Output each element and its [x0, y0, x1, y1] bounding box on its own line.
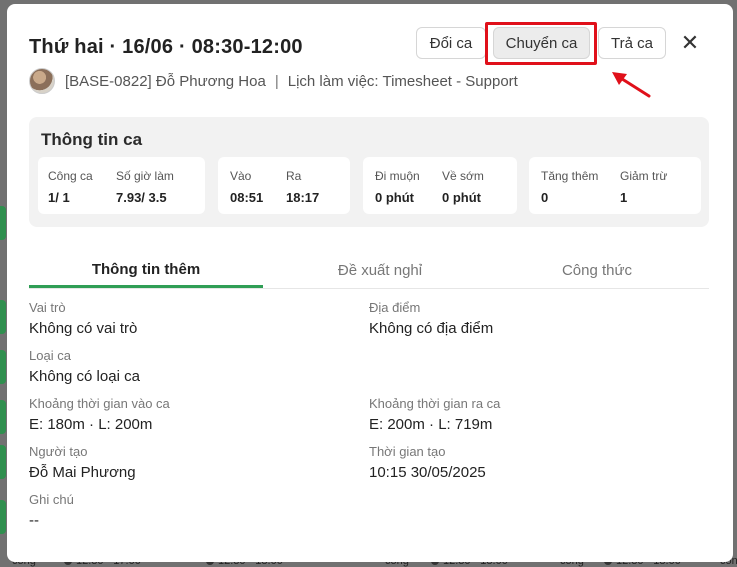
stat-label: Giảm trừ [620, 169, 668, 183]
created-at-field: Thời gian tạo 10:15 30/05/2025 [369, 444, 486, 481]
field-label: Khoảng thời gian ra ca [369, 396, 501, 411]
checkin-card: Vào 08:51 Ra 18:17 [218, 157, 350, 214]
workday-card: Công ca 1/ 1 Số giờ làm 7.93/ 3.5 [38, 157, 205, 214]
field-value: E: 180m · L: 200m [29, 416, 153, 433]
stat-value: 1/ 1 [48, 190, 70, 205]
stat-value: 1 [620, 190, 628, 205]
separator: | [274, 72, 279, 90]
stat-value: 7.93/ 3.5 [116, 190, 167, 205]
tab-leave-request[interactable]: Đề xuất nghỉ [263, 254, 497, 287]
stat-value: 0 [541, 190, 549, 205]
stat-value: 0 phút [375, 190, 414, 205]
swap-shift-button[interactable]: Đổi ca [416, 27, 486, 59]
adjustment-card: Tăng thêm 0 Giảm trừ 1 [529, 157, 701, 214]
field-label: Thời gian tạo [369, 444, 446, 459]
stat-value: 0 phút [442, 190, 481, 205]
location-field: Địa điểm Không có địa điểm [369, 300, 493, 337]
annotation-arrow-icon [612, 72, 651, 98]
background-shift-marker [0, 445, 6, 479]
background-shift-marker [0, 300, 6, 334]
field-value: Không có địa điểm [369, 320, 494, 337]
shift-type-field: Loại ca Không có loại ca [29, 348, 140, 385]
creator-field: Người tạo Đỗ Mai Phương [29, 444, 136, 481]
field-label: Vai trò [29, 300, 66, 315]
stat-label: Số giờ làm [116, 169, 174, 183]
field-value: E: 200m · L: 719m [369, 416, 493, 433]
checkout-window-field: Khoảng thời gian ra ca E: 200m · L: 719m [369, 396, 500, 433]
tab-formula[interactable]: Công thức [497, 254, 697, 287]
field-value: Không có vai trò [29, 320, 138, 337]
field-label: Khoảng thời gian vào ca [29, 396, 170, 411]
stat-label: Ra [286, 169, 302, 183]
shift-info-title: Thông tin ca [41, 130, 143, 149]
field-label: Người tạo [29, 444, 88, 459]
background-shift-marker [0, 206, 6, 240]
background-shift-marker [0, 500, 6, 534]
employee-name: [BASE-0822] Đỗ Phương Hoa [65, 72, 266, 90]
stat-label: Về sớm [442, 169, 484, 183]
tab-extra-info[interactable]: Thông tin thêm [29, 254, 263, 288]
stat-value: 08:51 [230, 190, 264, 205]
field-value: Đỗ Mai Phương [29, 464, 136, 481]
detail-tabs: Thông tin thêm Đề xuất nghỉ Công thức [29, 254, 709, 289]
field-value: -- [29, 512, 39, 529]
avatar [29, 68, 55, 94]
late-early-card: Đi muộn 0 phút Về sớm 0 phút [363, 157, 517, 214]
field-label: Loại ca [29, 348, 71, 363]
return-shift-button[interactable]: Trả ca [598, 27, 666, 59]
field-value: 10:15 30/05/2025 [369, 464, 486, 481]
stat-label: Tăng thêm [541, 169, 599, 183]
highlight-box [485, 22, 597, 65]
background-shift-marker [0, 400, 6, 434]
shift-info-panel: Thông tin ca Công ca 1/ 1 Số giờ làm 7.93/… [29, 117, 709, 227]
stat-label: Vào [230, 169, 252, 183]
role-field: Vai trò Không có vai trò [29, 300, 137, 337]
checkin-window-field: Khoảng thời gian vào ca E: 180m · L: 200… [29, 396, 170, 433]
note-field: Ghi chú -- [29, 492, 74, 529]
field-label: Địa điểm [369, 300, 421, 315]
stat-value: 18:17 [286, 190, 320, 205]
stat-label: Đi muộn [375, 169, 420, 183]
field-label: Ghi chú [29, 492, 74, 507]
close-icon[interactable]: ✕ [679, 32, 701, 54]
modal-title: Thứ hai · 16/06 · 08:30-12:00 [29, 36, 303, 58]
shift-detail-modal: Thứ hai · 16/06 · 08:30-12:00 [BASE-0822… [7, 4, 733, 562]
stat-label: Công ca [48, 169, 93, 183]
background-shift-marker [0, 350, 6, 384]
field-value: Không có loại ca [29, 368, 140, 385]
employee-line: [BASE-0822] Đỗ Phương Hoa | Lịch làm việ… [29, 68, 518, 94]
schedule-name: Lịch làm việc: Timesheet - Support [287, 72, 518, 90]
